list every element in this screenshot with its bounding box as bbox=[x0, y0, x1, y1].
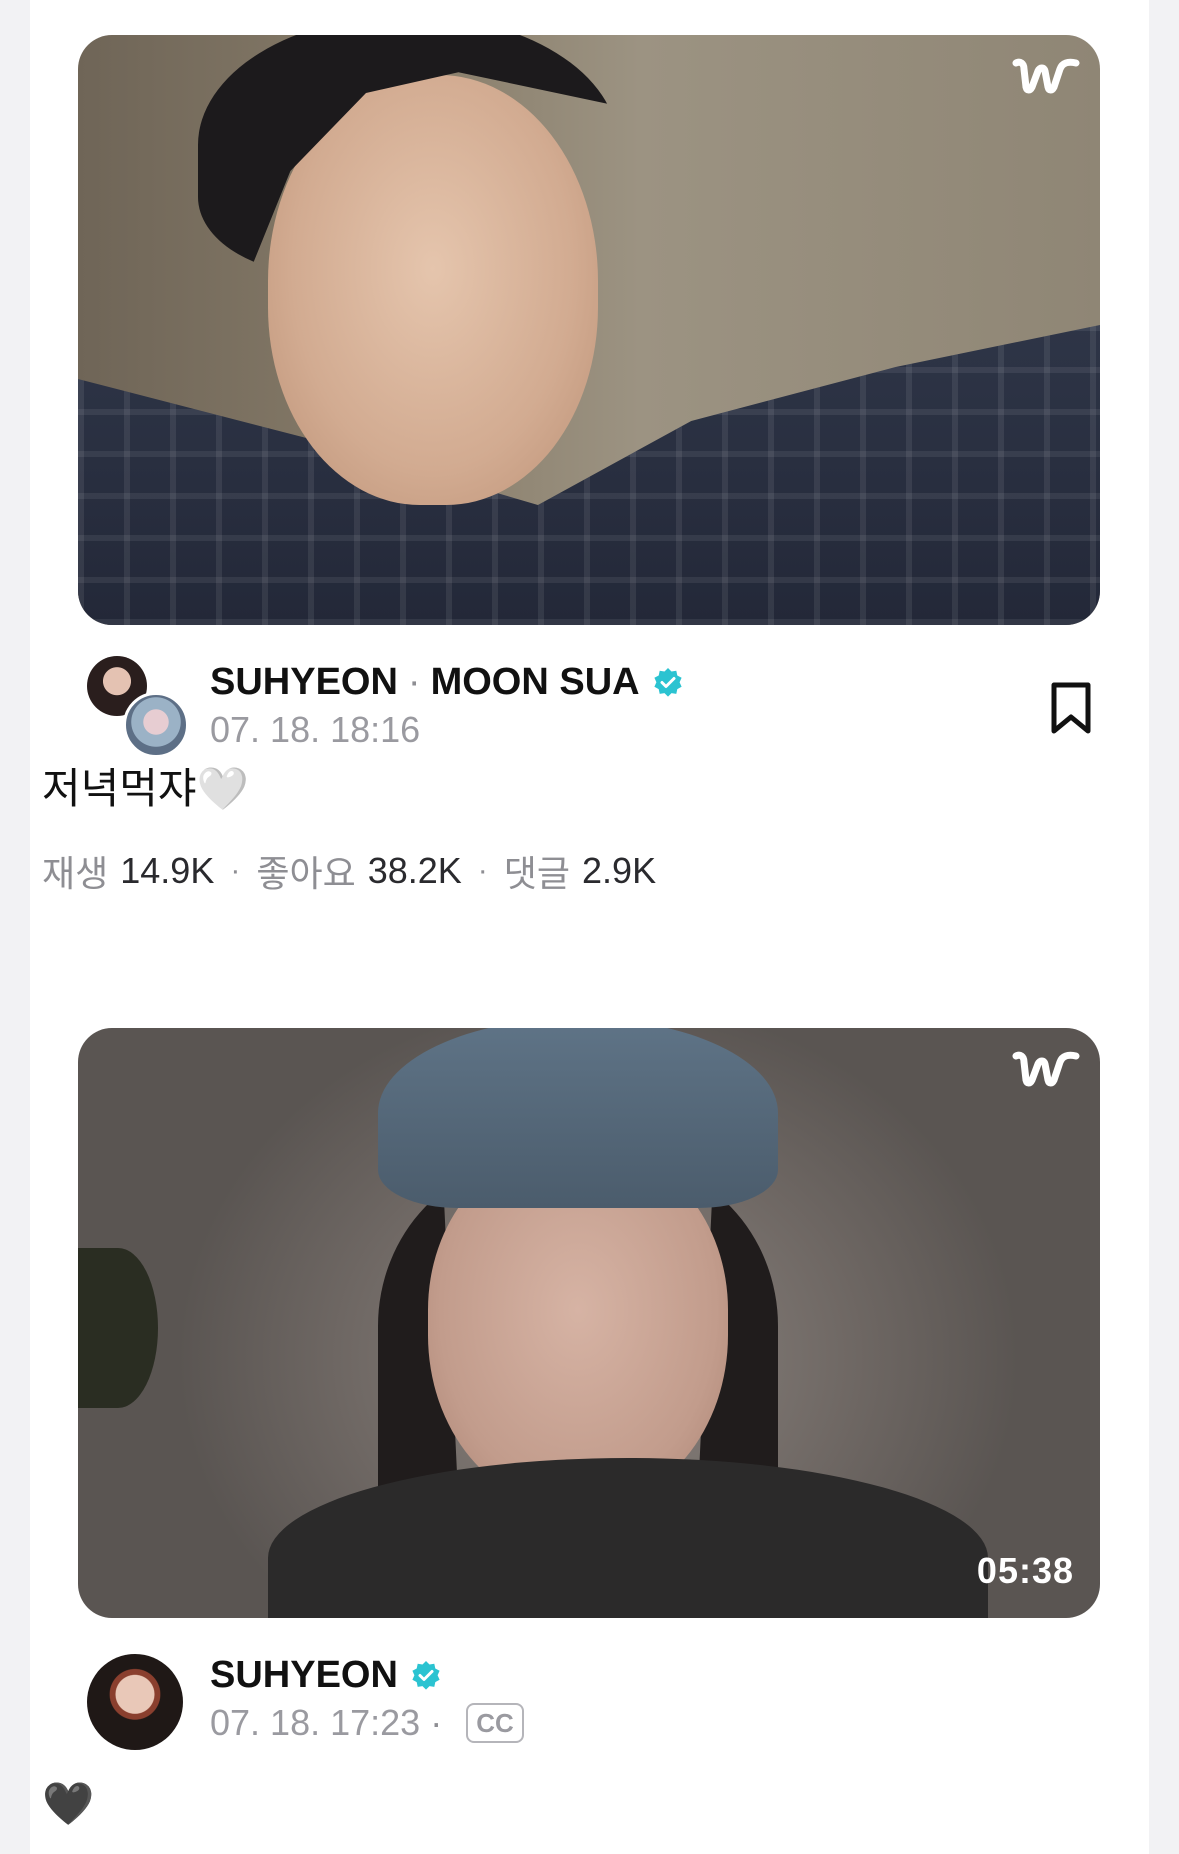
post-caption: 저녁먹쟈🤍 bbox=[42, 765, 249, 812]
likes-value: 38.2K bbox=[367, 850, 462, 891]
post-meta: SUHYEON 07. 18. 17:23 · CC bbox=[78, 1618, 1100, 1750]
live-post: 05:38 SUHYEON 07. 18. 17:23 · CC bbox=[78, 1028, 1100, 1750]
thumbnail-cap bbox=[378, 1028, 778, 1208]
post-stats: 재생 14.9K · 좋아요 38.2K · 댓글 2.9K bbox=[42, 845, 656, 897]
weverse-w-logo-icon bbox=[1012, 58, 1080, 94]
comments-value: 2.9K bbox=[582, 850, 657, 891]
verified-badge-icon bbox=[412, 1660, 440, 1690]
avatar[interactable] bbox=[87, 1654, 183, 1750]
weverse-w-logo-icon bbox=[1012, 1051, 1080, 1087]
comments-label: 댓글 bbox=[503, 853, 571, 894]
bookmark-icon[interactable] bbox=[1048, 681, 1094, 735]
cc-badge: CC bbox=[466, 1703, 524, 1743]
author-names[interactable]: SUHYEON · MOON SUA bbox=[210, 661, 684, 704]
post-timestamp: 07. 18. 17:23 bbox=[210, 1702, 421, 1743]
live-post: SUHYEON · MOON SUA 07. 18. 18:16 bbox=[78, 35, 1100, 758]
post-date: 07. 18. 18:16 bbox=[210, 709, 420, 751]
stat-separator: · bbox=[477, 854, 488, 887]
plays-label: 재생 bbox=[42, 853, 109, 894]
video-duration: 05:38 bbox=[976, 1550, 1074, 1591]
avatar-group[interactable] bbox=[87, 656, 189, 758]
thumbnail-plant bbox=[78, 1248, 158, 1408]
plays-value: 14.9K bbox=[120, 850, 215, 891]
verified-badge-icon bbox=[653, 667, 682, 697]
stat-separator: · bbox=[230, 854, 241, 887]
author-name: SUHYEON bbox=[210, 661, 398, 703]
likes-label: 좋아요 bbox=[256, 853, 356, 894]
author-names[interactable]: SUHYEON bbox=[210, 1654, 442, 1697]
video-thumbnail[interactable]: 05:38 bbox=[78, 1028, 1100, 1618]
thumbnail-shirt bbox=[268, 1458, 988, 1618]
feed-page: SUHYEON · MOON SUA 07. 18. 18:16 저녁먹쟈🤍 재… bbox=[30, 0, 1149, 1854]
video-thumbnail[interactable] bbox=[78, 35, 1100, 625]
post-date: 07. 18. 17:23 · CC bbox=[210, 1702, 524, 1744]
post-timestamp: 07. 18. 18:16 bbox=[210, 709, 421, 750]
avatar bbox=[123, 692, 189, 758]
date-separator: · bbox=[430, 1702, 443, 1743]
post-meta: SUHYEON · MOON SUA 07. 18. 18:16 bbox=[78, 625, 1100, 758]
post-caption: 🖤 bbox=[42, 1780, 95, 1827]
author-name: MOON SUA bbox=[430, 661, 640, 703]
author-name: SUHYEON bbox=[210, 1654, 398, 1696]
author-separator: · bbox=[407, 661, 421, 703]
